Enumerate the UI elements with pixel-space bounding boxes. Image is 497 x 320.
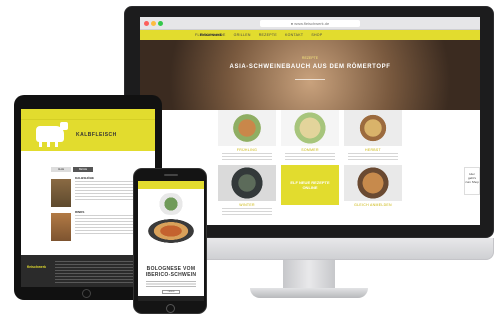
item-text — [75, 181, 141, 201]
card-text — [285, 153, 335, 161]
home-button-icon[interactable] — [166, 304, 175, 313]
card-label: HERBST — [365, 148, 381, 152]
calf-icon — [36, 122, 68, 147]
card-signup[interactable]: GLEICH ANMELDEN — [344, 165, 402, 216]
season-cards: FRÜHLING SOMMER HERBST WINTER ELF NEUE R… — [218, 110, 408, 216]
nav-item-rezepte[interactable]: REZEPTE — [259, 33, 277, 37]
hero-link[interactable] — [295, 76, 325, 80]
phone-device: BOLOGNESE VOM IBERICO-SCHWEIN LESEN — [133, 168, 207, 314]
card-image — [344, 110, 402, 146]
minimize-dot-icon[interactable] — [151, 21, 156, 26]
recipe-text — [146, 281, 196, 287]
item-name: KALBSHÖHE — [75, 176, 95, 180]
phone-footer — [138, 296, 204, 301]
card-text — [348, 153, 398, 161]
hero-banner[interactable]: REZEPTE ASIA-SCHWEINEBAUCH AUS DEM RÖMER… — [140, 40, 480, 110]
hero-title: ASIA-SCHWEINEBAUCH AUS DEM RÖMERTOPF — [229, 64, 391, 70]
dish-image — [146, 218, 196, 244]
card-label: SOMMER — [301, 148, 319, 152]
category-banner: KALBFLEISCH — [21, 119, 155, 151]
card-new-recipes[interactable]: ELF NEUE REZEPTE ONLINE — [281, 165, 339, 216]
list-item[interactable]: KALBSHÖHE — [51, 176, 143, 209]
nav-item-grillen[interactable]: GRILLEN — [234, 33, 251, 37]
card-text — [222, 208, 272, 216]
speaker-icon — [164, 174, 178, 176]
card-image — [344, 165, 402, 201]
monitor-stand — [283, 260, 335, 290]
maximize-dot-icon[interactable] — [158, 21, 163, 26]
card-image — [218, 165, 276, 201]
card-text — [222, 153, 272, 161]
close-dot-icon[interactable] — [144, 21, 149, 26]
card-herbst[interactable]: HERBST — [344, 110, 402, 161]
shop-badge[interactable]: Hier geht's zum Shop — [464, 167, 480, 195]
new-recipes-banner: ELF NEUE REZEPTE ONLINE — [281, 165, 339, 205]
home-button-icon[interactable] — [82, 289, 91, 298]
monitor-foot — [250, 288, 368, 298]
tab-keule[interactable]: KEULE — [73, 167, 93, 172]
card-label: FRÜHLING — [236, 148, 258, 152]
phone-screen: BOLOGNESE VOM IBERICO-SCHWEIN LESEN — [138, 181, 204, 301]
address-bar[interactable]: ● www.fleischwerk.de — [260, 20, 360, 27]
nav-item-kontakt[interactable]: KONTAKT — [285, 33, 303, 37]
tablet-tabs: ALLE KEULE — [51, 167, 93, 172]
category-title: KALBFLEISCH — [76, 132, 117, 138]
item-name: RINDS — [75, 210, 85, 214]
item-text — [75, 215, 141, 235]
list-item[interactable]: RINDS — [51, 210, 143, 243]
card-fruehling[interactable]: FRÜHLING — [218, 110, 276, 161]
tab-alle[interactable]: ALLE — [51, 167, 71, 172]
card-image — [281, 110, 339, 146]
card-sommer[interactable]: SOMMER — [281, 110, 339, 161]
dish-image — [156, 193, 186, 215]
item-thumbnail — [51, 213, 71, 241]
card-winter[interactable]: WINTER — [218, 165, 276, 216]
read-button[interactable]: LESEN — [162, 290, 180, 294]
site-logo[interactable]: fleischwerk — [200, 32, 222, 37]
site-navigation: FLEISCHKUNDE GRILLEN REZEPTE KONTAKT SHO… — [140, 30, 480, 40]
card-label: GLEICH ANMELDEN — [354, 203, 392, 207]
phone-navigation[interactable] — [138, 181, 204, 189]
card-image — [218, 110, 276, 146]
recipe-title: BOLOGNESE VOM IBERICO-SCHWEIN — [145, 266, 197, 278]
browser-toolbar: ● www.fleischwerk.de — [140, 17, 480, 30]
footer-logo[interactable]: fleischwerk — [27, 265, 46, 269]
tablet-navigation[interactable] — [21, 109, 155, 119]
responsive-mockup: ● www.fleischwerk.de FLEISCHKUNDE GRILLE… — [0, 0, 497, 320]
item-thumbnail — [51, 179, 71, 207]
hero-kicker: REZEPTE — [301, 56, 319, 60]
nav-item-shop[interactable]: SHOP — [311, 33, 322, 37]
card-label: WINTER — [239, 203, 255, 207]
